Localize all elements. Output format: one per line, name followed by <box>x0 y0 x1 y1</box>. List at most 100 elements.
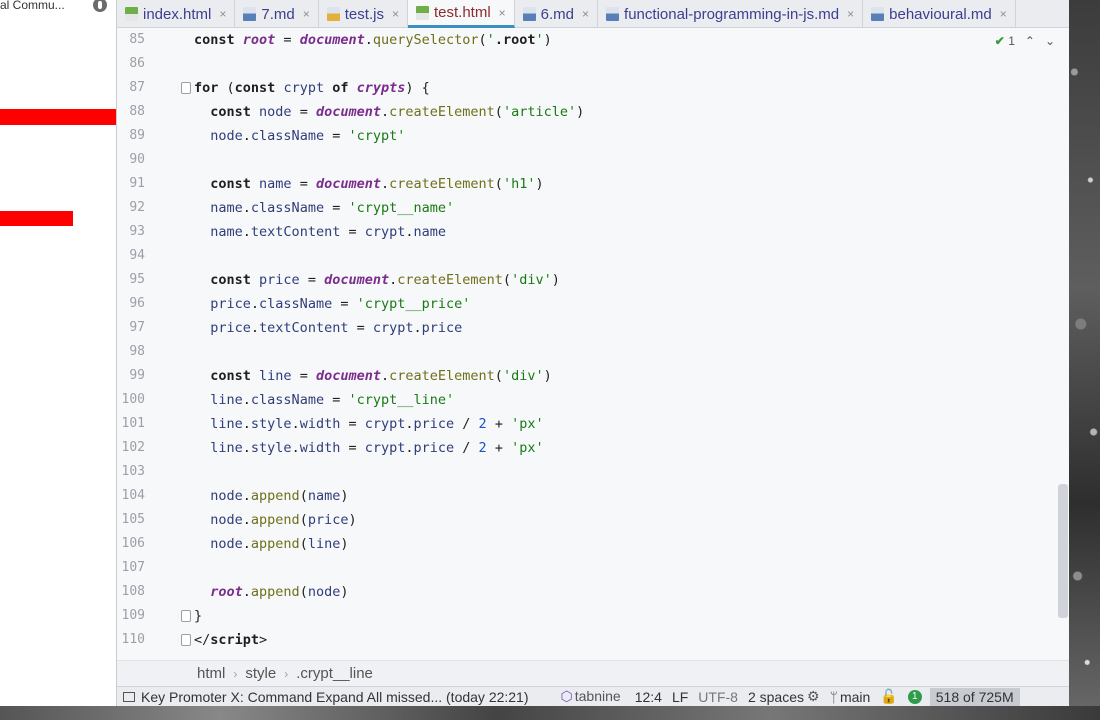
tab-test-js[interactable]: test.js × <box>319 0 408 28</box>
globe-icon <box>93 0 107 12</box>
status-message[interactable]: Key Promoter X: Command Expand All misse… <box>141 689 529 705</box>
editor-scrollbar[interactable] <box>1058 484 1068 618</box>
fold-marker-icon[interactable] <box>181 610 191 622</box>
line-number: 85 <box>129 32 145 47</box>
breadcrumb-item[interactable]: style <box>245 665 276 682</box>
code-line[interactable]: 96 price.className = 'crypt__price' <box>117 292 1057 316</box>
fold-marker-icon[interactable] <box>181 82 191 94</box>
close-icon[interactable]: × <box>582 7 589 21</box>
line-number: 109 <box>121 608 145 623</box>
line-separator[interactable]: LF <box>672 689 688 705</box>
code-line[interactable]: 108 root.append(node) <box>117 580 1057 604</box>
code-line[interactable]: 90 <box>117 148 1057 172</box>
code-line[interactable]: 105 node.append(price) <box>117 508 1057 532</box>
code-text[interactable]: const root = document.querySelector('.ro… <box>194 28 552 52</box>
settings-icon[interactable]: ⚙ <box>807 688 820 705</box>
code-line[interactable]: 97 price.textContent = crypt.price <box>117 316 1057 340</box>
line-number: 105 <box>121 512 145 527</box>
code-text[interactable]: price.textContent = crypt.price <box>194 316 462 340</box>
html-file-icon <box>125 7 138 21</box>
line-number: 110 <box>121 632 145 647</box>
code-line[interactable]: 103 <box>117 460 1057 484</box>
code-text[interactable]: root.append(node) <box>194 580 348 604</box>
code-text[interactable]: price.className = 'crypt__price' <box>194 292 470 316</box>
line-number: 87 <box>129 80 145 95</box>
line-number: 101 <box>121 416 145 431</box>
code-line[interactable]: 89 node.className = 'crypt' <box>117 124 1057 148</box>
tab-behavioural-md[interactable]: behavioural.md × <box>863 0 1016 28</box>
browser-window[interactable]: al Commu... <box>0 0 116 706</box>
code-text[interactable]: node.className = 'crypt' <box>194 124 405 148</box>
code-line[interactable]: 104 node.append(name) <box>117 484 1057 508</box>
line-number: 99 <box>129 368 145 383</box>
line-number: 89 <box>129 128 145 143</box>
code-text[interactable]: line.style.width = crypt.price / 2 + 'px… <box>194 412 543 436</box>
close-icon[interactable]: × <box>1000 7 1007 21</box>
tab-label: functional-programming-in-js.md <box>624 5 840 23</box>
code-text[interactable]: const line = document.createElement('div… <box>194 364 551 388</box>
code-text[interactable]: node.append(name) <box>194 484 348 508</box>
breadcrumb-item[interactable]: .crypt__line <box>296 665 373 682</box>
code-editor[interactable]: ✔ 1 ⌃ ⌄ 85 const root = document.querySel… <box>117 28 1069 660</box>
code-text[interactable]: line.className = 'crypt__line' <box>194 388 454 412</box>
tab-index-html[interactable]: index.html × <box>117 0 236 28</box>
desktop-background <box>1068 0 1100 720</box>
tabnine-icon: ⬡ <box>560 688 573 704</box>
tool-window-toggle-icon[interactable] <box>123 691 135 702</box>
indent-setting[interactable]: 2 spaces <box>748 689 804 705</box>
code-line[interactable]: 91 const name = document.createElement('… <box>117 172 1057 196</box>
code-line[interactable]: 95 const price = document.createElement(… <box>117 268 1057 292</box>
code-text[interactable]: name.className = 'crypt__name' <box>194 196 454 220</box>
code-line[interactable]: 85 const root = document.querySelector('.… <box>117 28 1057 52</box>
close-icon[interactable]: × <box>499 6 506 20</box>
code-line[interactable]: 109} <box>117 604 1057 628</box>
tab-7-md[interactable]: 7.md × <box>235 0 319 28</box>
code-line[interactable]: 107 <box>117 556 1057 580</box>
tabnine-widget[interactable]: ⬡ tabnine <box>561 688 621 705</box>
line-number: 92 <box>129 200 145 215</box>
tab-label: behavioural.md <box>889 5 992 23</box>
code-text[interactable]: const name = document.createElement('h1'… <box>194 172 543 196</box>
code-line[interactable]: 86 <box>117 52 1057 76</box>
breadcrumb-item[interactable]: html <box>197 665 225 682</box>
file-encoding[interactable]: UTF-8 <box>698 689 738 705</box>
close-icon[interactable]: × <box>303 7 310 21</box>
close-icon[interactable]: × <box>392 7 399 21</box>
memory-indicator[interactable]: 518 of 725M <box>929 687 1020 706</box>
desktop-bottom-strip <box>0 706 1100 720</box>
code-line[interactable]: 106 node.append(line) <box>117 532 1057 556</box>
code-text[interactable]: name.textContent = crypt.name <box>194 220 446 244</box>
code-line[interactable]: 87 for (const crypt of crypts) { <box>117 76 1057 100</box>
code-text[interactable]: const node = document.createElement('art… <box>194 100 584 124</box>
code-line[interactable]: 88 const node = document.createElement('… <box>117 100 1057 124</box>
code-line[interactable]: 101 line.style.width = crypt.price / 2 +… <box>117 412 1057 436</box>
caret-position[interactable]: 12:4 <box>635 689 662 705</box>
fold-marker-icon[interactable] <box>181 634 191 646</box>
notification-badge[interactable]: 1 <box>907 689 922 704</box>
code-line[interactable]: 98 <box>117 340 1057 364</box>
code-text[interactable]: </script> <box>194 628 267 652</box>
code-line[interactable]: 94 <box>117 244 1057 268</box>
code-line[interactable]: 99 const line = document.createElement('… <box>117 364 1057 388</box>
code-line[interactable]: 110 </script> <box>117 628 1057 652</box>
browser-tab-title[interactable]: al Commu... <box>0 0 80 14</box>
lock-icon[interactable]: 🔓 <box>880 688 897 705</box>
code-line[interactable]: 93 name.textContent = crypt.name <box>117 220 1057 244</box>
md-file-icon <box>606 7 620 21</box>
close-icon[interactable]: × <box>847 7 854 21</box>
code-text[interactable]: node.append(line) <box>194 532 348 556</box>
code-line[interactable]: 92 name.className = 'crypt__name' <box>117 196 1057 220</box>
code-line[interactable]: 102 line.style.width = crypt.price / 2 +… <box>117 436 1057 460</box>
tab-test-html[interactable]: test.html × <box>407 0 515 28</box>
code-text[interactable]: } <box>194 604 202 628</box>
tab-6-md[interactable]: 6.md × <box>515 0 599 28</box>
code-text[interactable]: node.append(price) <box>194 508 356 532</box>
code-text[interactable]: const price = document.createElement('di… <box>194 268 560 292</box>
close-icon[interactable]: × <box>219 7 226 21</box>
tab-label: 7.md <box>261 5 295 23</box>
code-line[interactable]: 100 line.className = 'crypt__line' <box>117 388 1057 412</box>
code-text[interactable]: for (const crypt of crypts) { <box>194 76 430 100</box>
git-branch[interactable]: ᛘ main <box>830 689 871 705</box>
code-text[interactable]: line.style.width = crypt.price / 2 + 'px… <box>194 436 543 460</box>
tab-functional-programming-in-js-md[interactable]: functional-programming-in-js.md × <box>598 0 864 28</box>
